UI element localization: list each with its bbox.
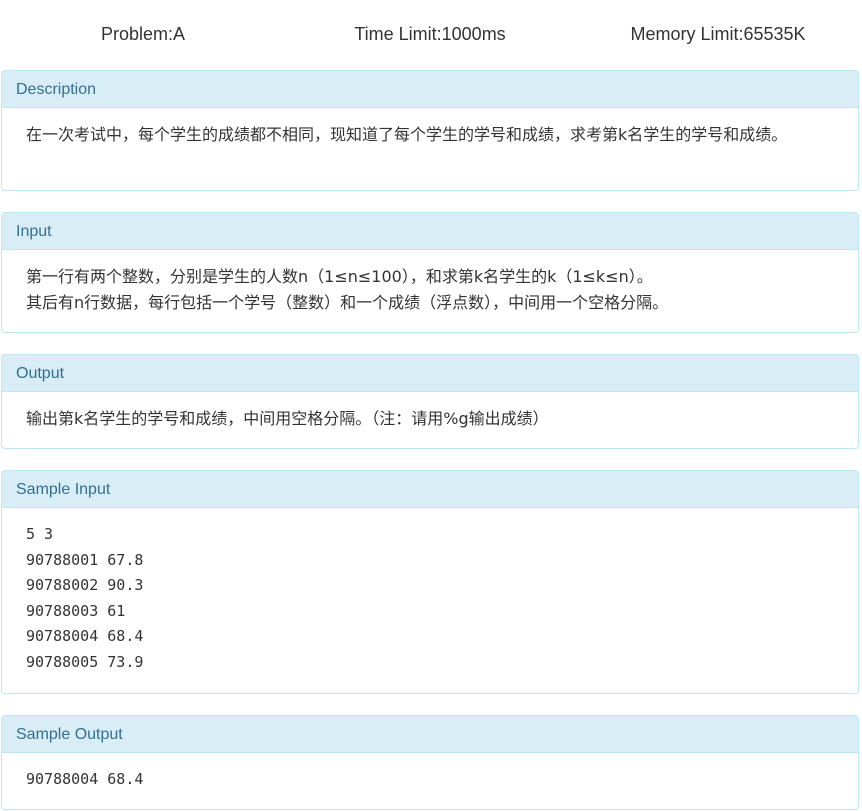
sample-input-line: 90788003 61 <box>26 601 126 620</box>
output-body: 输出第k名学生的学号和成绩，中间用空格分隔。（注：请用%g输出成绩） <box>2 392 858 432</box>
problem-info-bar: Problem:A Time Limit:1000ms Memory Limit… <box>0 0 862 70</box>
sample-input-body: 5 3 90788001 67.8 90788002 90.3 90788003… <box>2 508 858 676</box>
sample-input-line: 90788002 90.3 <box>26 576 144 595</box>
sample-output-body: 90788004 68.4 <box>2 753 858 793</box>
description-heading: Description <box>2 71 858 108</box>
problem-id: Problem:A <box>100 24 186 44</box>
input-body: 第一行有两个整数，分别是学生的人数n（1≤n≤100），和求第k名学生的k（1≤… <box>2 250 858 316</box>
output-text: 输出第k名学生的学号和成绩，中间用空格分隔。（注：请用%g输出成绩） <box>26 409 549 428</box>
sample-input-panel: Sample Input 5 3 90788001 67.8 90788002 … <box>1 470 859 694</box>
time-limit: Time Limit:1000ms <box>354 24 506 44</box>
sample-input-line: 90788004 68.4 <box>26 627 144 646</box>
sample-output-heading: Sample Output <box>2 716 858 753</box>
input-text-line: 其后有n行数据，每行包括一个学号（整数）和一个成绩（浮点数），中间用一个空格分隔… <box>26 293 669 312</box>
description-text: 在一次考试中，每个学生的成绩都不相同，现知道了每个学生的学号和成绩，求考第k名学… <box>26 125 788 144</box>
sample-input-heading: Sample Input <box>2 471 858 508</box>
sample-output-panel: Sample Output 90788004 68.4 <box>1 715 859 810</box>
input-heading: Input <box>2 213 858 250</box>
memory-limit: Memory Limit:65535K <box>630 24 806 44</box>
description-panel: Description 在一次考试中，每个学生的成绩都不相同，现知道了每个学生的… <box>1 70 859 191</box>
sample-input-line: 90788005 73.9 <box>26 652 144 671</box>
sample-input-line: 5 3 <box>26 525 54 543</box>
sample-output-line: 90788004 68.4 <box>26 770 144 788</box>
input-panel: Input 第一行有两个整数，分别是学生的人数n（1≤n≤100），和求第k名学… <box>1 212 859 333</box>
sample-input-line: 90788001 67.8 <box>26 550 144 569</box>
output-panel: Output 输出第k名学生的学号和成绩，中间用空格分隔。（注：请用%g输出成绩… <box>1 354 859 449</box>
output-heading: Output <box>2 355 858 392</box>
description-body: 在一次考试中，每个学生的成绩都不相同，现知道了每个学生的学号和成绩，求考第k名学… <box>2 108 858 148</box>
input-text-line: 第一行有两个整数，分别是学生的人数n（1≤n≤100），和求第k名学生的k（1≤… <box>26 267 653 286</box>
